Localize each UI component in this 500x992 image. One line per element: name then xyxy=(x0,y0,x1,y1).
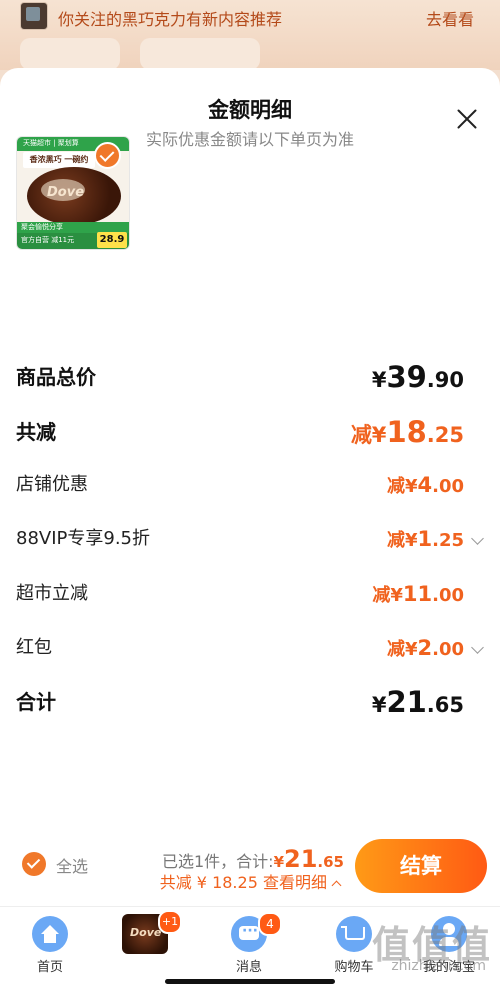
row-value-symbol: 减¥ xyxy=(386,530,418,551)
discount-text: 共减 ¥ 18.25 xyxy=(159,873,258,892)
cart-icon xyxy=(336,916,372,952)
row-value-integer: 18 xyxy=(386,415,427,449)
row-value-integer: 11 xyxy=(402,582,433,606)
row-value-integer: 1 xyxy=(417,527,433,551)
home-icon xyxy=(32,916,68,952)
row-value-symbol: 减¥ xyxy=(350,423,387,447)
tab-product-preview[interactable]: Dove +1 xyxy=(122,910,182,960)
banner-message: 你关注的黑巧克力有新内容推荐 xyxy=(58,10,283,29)
view-detail-link[interactable]: 查看明细 xyxy=(263,873,342,892)
row-value: 减¥18.25 xyxy=(351,412,464,457)
row-label: 商品总价 xyxy=(16,365,96,389)
discount-summary: 共减 ¥ 18.25 查看明细 xyxy=(159,869,342,893)
product-checkbox[interactable] xyxy=(94,142,121,169)
row-value-symbol: ¥ xyxy=(371,368,387,392)
amount-row[interactable]: 红包 减¥2.00 xyxy=(16,628,484,668)
row-value-decimal: .90 xyxy=(426,368,464,392)
amount-row: 合计 ¥21.65 xyxy=(16,682,484,722)
row-value: 减¥4.00 xyxy=(387,465,464,507)
row-label: 超市立减 xyxy=(16,583,88,604)
background-card xyxy=(20,38,120,70)
tab-home[interactable]: 首页 xyxy=(5,912,95,976)
amount-row: 超市立减 减¥11.00 xyxy=(16,574,484,614)
banner-go-link[interactable]: 去看看 xyxy=(426,6,474,30)
row-label: 共减 xyxy=(16,420,56,444)
row-value: 减¥2.00 xyxy=(387,628,464,670)
brand-logo: Dove xyxy=(47,185,85,200)
row-value: ¥39.90 xyxy=(372,357,464,402)
amount-row: 共减 减¥18.25 xyxy=(16,412,484,452)
checkout-button[interactable]: 结算 xyxy=(355,839,487,893)
row-value: ¥21.65 xyxy=(372,682,464,727)
row-label: 红包 xyxy=(16,637,52,658)
close-icon[interactable] xyxy=(456,108,478,130)
row-value: 减¥1.25 xyxy=(387,519,464,561)
row-value-symbol: 减¥ xyxy=(372,585,403,606)
row-value-symbol: 减¥ xyxy=(386,476,418,497)
amount-row: 店铺优惠 减¥4.00 xyxy=(16,465,484,505)
row-value-symbol: 减¥ xyxy=(386,639,418,660)
select-all-label[interactable]: 全选 xyxy=(56,853,88,877)
watermark-url: zhizhizhi.com xyxy=(391,958,486,974)
product-tagline: 香浓黑巧 一碗约 xyxy=(23,152,95,168)
row-value-decimal: .00 xyxy=(432,476,464,497)
row-value-decimal: .00 xyxy=(432,639,464,660)
select-all-checkbox[interactable] xyxy=(22,852,46,876)
row-value-decimal: .25 xyxy=(426,423,464,447)
chevron-down-icon[interactable] xyxy=(471,641,484,654)
tab-label: 消息 xyxy=(235,960,262,975)
chevron-up-icon xyxy=(331,880,342,891)
notification-banner[interactable]: 你关注的黑巧克力有新内容推荐 去看看 xyxy=(0,0,500,70)
row-label: 店铺优惠 xyxy=(16,474,88,495)
row-label: 88VIP专享9.5折 xyxy=(16,528,151,549)
product-badge: +1 xyxy=(158,910,182,934)
amount-row: 商品总价 ¥39.90 xyxy=(16,357,484,397)
home-indicator xyxy=(165,979,335,984)
row-value: 减¥11.00 xyxy=(372,574,464,616)
product-price-tag: 28.9 xyxy=(97,232,127,248)
chevron-down-icon[interactable] xyxy=(471,532,484,545)
tab-label: 首页 xyxy=(36,960,63,975)
tab-messages[interactable]: 4 消息 xyxy=(204,912,294,976)
row-value-decimal: .00 xyxy=(432,585,464,606)
row-value-decimal: .25 xyxy=(432,530,464,551)
sheet-title: 金额明细 xyxy=(208,98,292,122)
row-label: 合计 xyxy=(16,690,56,714)
row-value-integer: 21 xyxy=(386,685,427,719)
row-value-integer: 2 xyxy=(417,636,433,660)
row-value-decimal: .65 xyxy=(426,693,464,717)
row-value-symbol: ¥ xyxy=(371,693,387,717)
row-value-integer: 39 xyxy=(386,360,427,394)
row-value-integer: 4 xyxy=(417,473,433,497)
amount-row[interactable]: 88VIP专享9.5折 减¥1.25 xyxy=(16,519,484,559)
messages-badge: 4 xyxy=(258,912,282,936)
banner-thumbnail xyxy=(20,2,48,30)
background-card xyxy=(140,38,260,70)
